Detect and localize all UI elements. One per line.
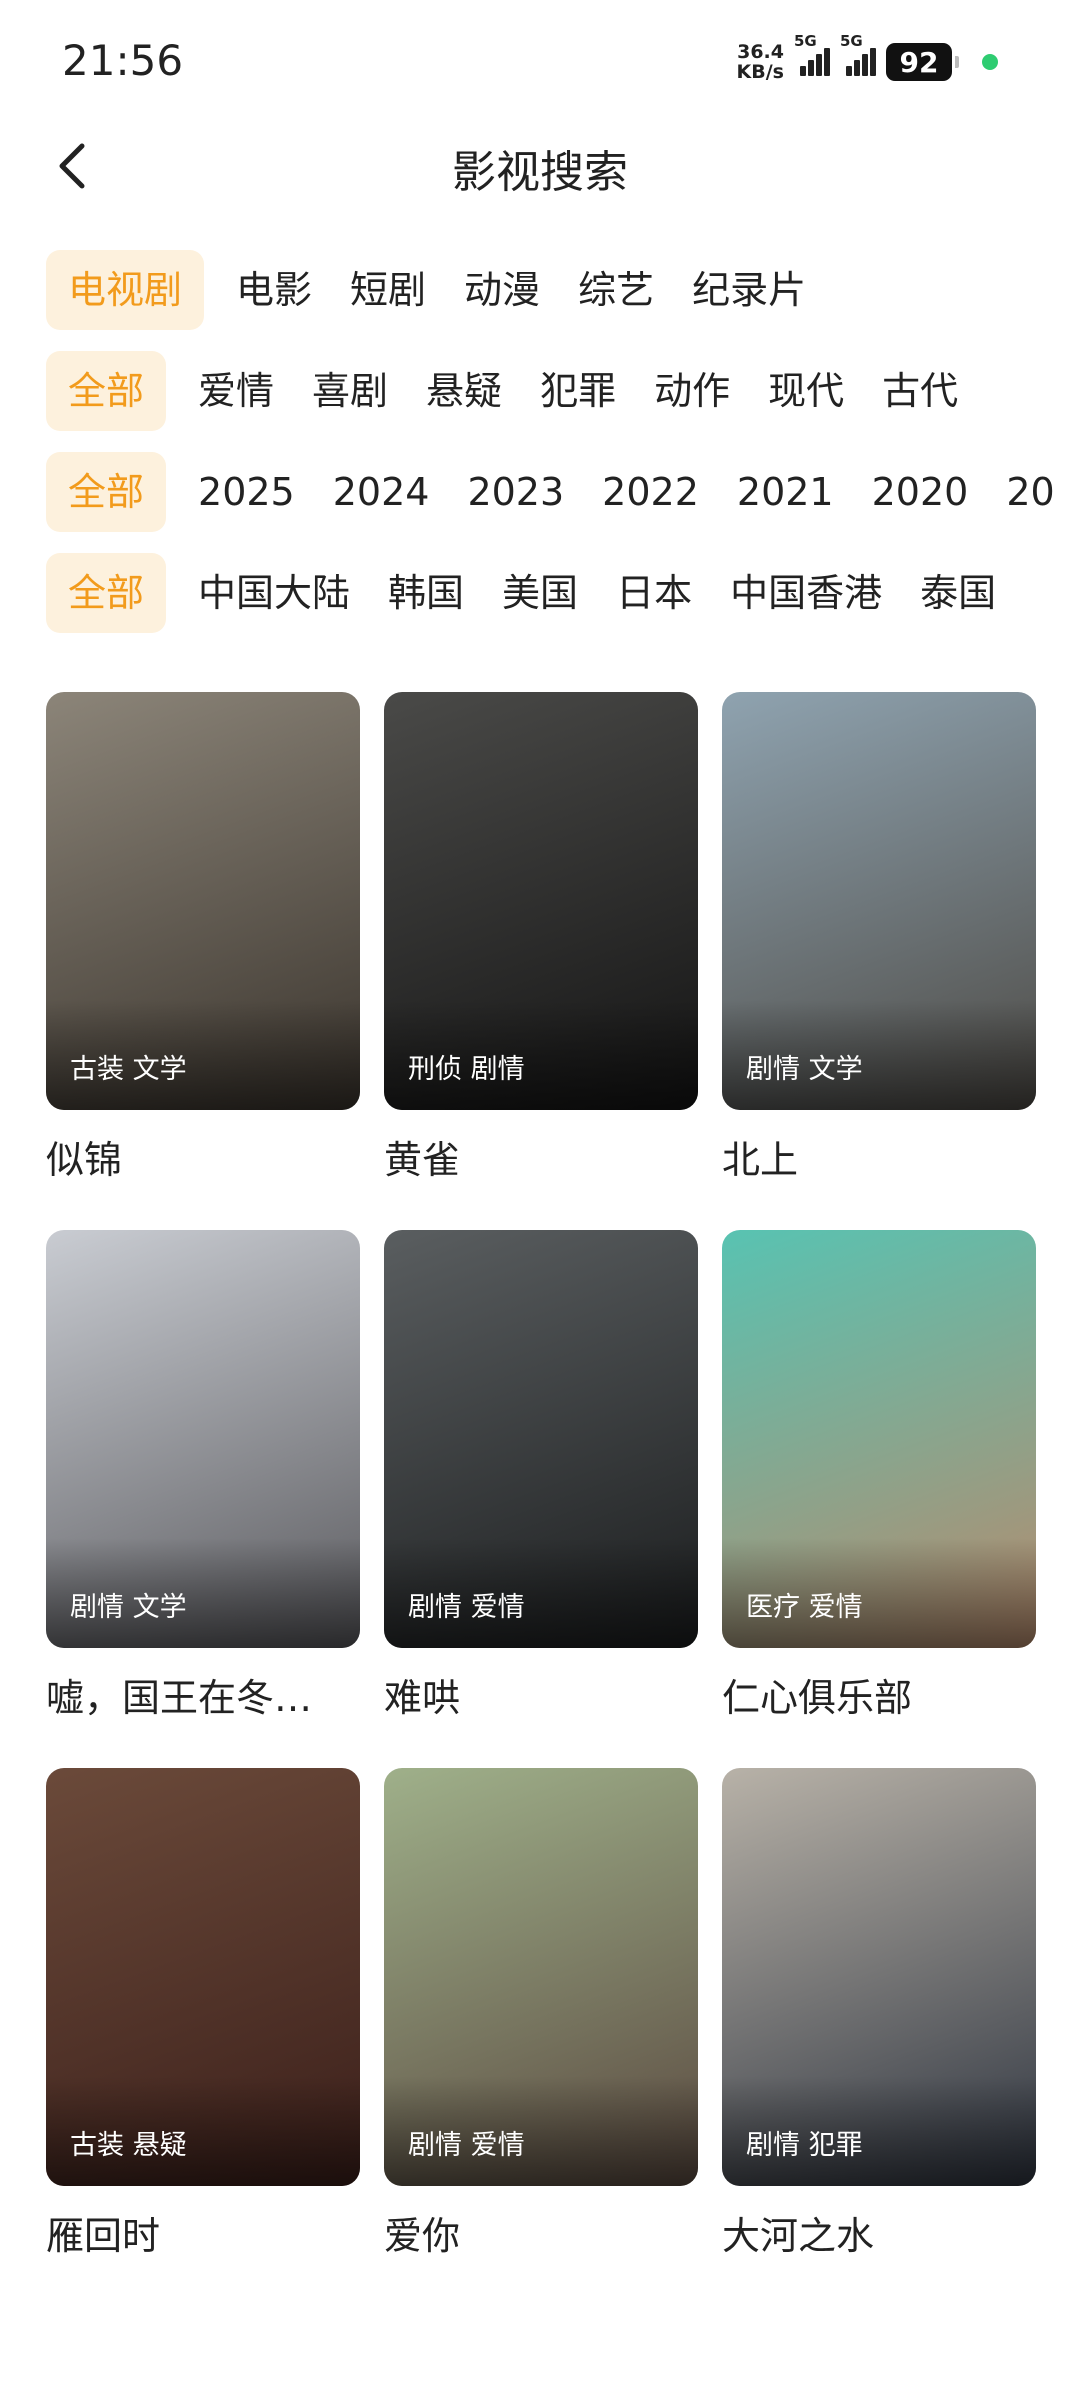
region-chip[interactable]: 韩国 [382, 553, 470, 633]
year-chip[interactable]: 全部 [46, 452, 167, 532]
sim2-network-label: 5G [840, 32, 863, 50]
show-card[interactable]: 医疗 爱情仁心俱乐部 [722, 1230, 1036, 1722]
show-tags: 剧情 爱情 [408, 2130, 525, 2161]
show-title[interactable]: 北上 [722, 1136, 1036, 1184]
region-chip[interactable]: 中国大陆 [192, 553, 356, 633]
show-card[interactable]: 剧情 爱情难哄 [384, 1230, 698, 1722]
year-chip[interactable]: 2023 [461, 452, 570, 532]
battery-level: 92 [899, 45, 939, 79]
show-tags: 剧情 文学 [746, 1054, 863, 1085]
show-title[interactable]: 仁心俱乐部 [722, 1674, 1036, 1722]
battery-icon: 92 [886, 43, 959, 81]
privacy-indicator-dot [982, 54, 998, 70]
region-chip[interactable]: 全部 [46, 553, 167, 633]
show-tags: 剧情 文学 [70, 1592, 187, 1623]
show-card[interactable]: 古装 悬疑雁回时 [46, 1768, 360, 2260]
year-chip[interactable]: 2024 [327, 452, 436, 532]
show-tags: 剧情 爱情 [408, 1592, 525, 1623]
category-chip[interactable]: 电视剧 [46, 250, 205, 330]
show-card[interactable]: 古装 文学似锦 [46, 692, 360, 1184]
show-title[interactable]: 爱你 [384, 2212, 698, 2260]
genre-chip[interactable]: 古代 [876, 351, 964, 431]
year-filter-row: 全部 2025 2024 2023 2022 2021 2020 20 [46, 452, 1080, 532]
network-speed-value: 36.4 [737, 41, 784, 63]
show-tags: 医疗 爱情 [746, 1592, 863, 1623]
show-title[interactable]: 难哄 [384, 1674, 698, 1722]
genre-filter-row: 全部 爱情 喜剧 悬疑 犯罪 动作 现代 古代 [46, 351, 1080, 431]
region-filter-row: 全部 中国大陆 韩国 美国 日本 中国香港 泰国 [46, 553, 1080, 633]
region-chip[interactable]: 泰国 [914, 553, 1002, 633]
show-title[interactable]: 黄雀 [384, 1136, 698, 1184]
year-chip[interactable]: 2022 [596, 452, 705, 532]
page-title: 影视搜索 [452, 147, 628, 198]
sim1-network-label: 5G [794, 32, 817, 50]
show-title[interactable]: 似锦 [46, 1136, 360, 1184]
show-poster[interactable]: 古装 文学 [46, 692, 360, 1110]
genre-chip[interactable]: 悬疑 [420, 351, 508, 431]
show-title[interactable]: 雁回时 [46, 2212, 360, 2260]
year-chip[interactable]: 2025 [192, 452, 301, 532]
show-card[interactable]: 刑侦 剧情黄雀 [384, 692, 698, 1184]
show-poster[interactable]: 刑侦 剧情 [384, 692, 698, 1110]
results-grid: 古装 文学 似锦 刑侦 剧情 黄雀 剧情 文学 北上 剧情 文学 嘘，国王在冬… 剧情 爱情 难哄… [46, 692, 1036, 2260]
show-tags: 古装 文学 [70, 1054, 187, 1085]
status-time: 21:56 [62, 36, 184, 85]
year-chip[interactable]: 20 [1000, 452, 1060, 532]
year-chip[interactable]: 2021 [731, 452, 840, 532]
year-chip[interactable]: 2020 [866, 452, 975, 532]
show-title[interactable]: 大河之水 [722, 2212, 1036, 2260]
genre-chip[interactable]: 喜剧 [306, 351, 394, 431]
show-tags: 剧情 犯罪 [746, 2130, 863, 2161]
show-poster[interactable]: 剧情 爱情 [384, 1768, 698, 2186]
header: 影视搜索 [0, 120, 1080, 212]
network-speed-unit: KB/s [736, 61, 784, 83]
category-chip[interactable]: 纪录片 [686, 250, 812, 330]
signal-icon-sim2: 5G [840, 32, 876, 76]
show-title[interactable]: 嘘，国王在冬… [46, 1674, 360, 1722]
show-poster[interactable]: 古装 悬疑 [46, 1768, 360, 2186]
region-chip[interactable]: 美国 [496, 553, 584, 633]
category-filter-row: 电视剧 电影 短剧 动漫 综艺 纪录片 [46, 250, 1080, 330]
genre-chip[interactable]: 现代 [762, 351, 850, 431]
genre-chip[interactable]: 动作 [648, 351, 736, 431]
show-poster[interactable]: 医疗 爱情 [722, 1230, 1036, 1648]
status-bar: 21:56 36.4 KB/s 5G 5G 92 [0, 0, 1080, 120]
show-poster[interactable]: 剧情 文学 [722, 692, 1036, 1110]
show-card[interactable]: 剧情 文学嘘，国王在冬… [46, 1230, 360, 1722]
show-card[interactable]: 剧情 爱情爱你 [384, 1768, 698, 2260]
status-indicators: 36.4 KB/s 5G 5G 92 [737, 32, 998, 86]
region-chip[interactable]: 中国香港 [724, 553, 888, 633]
category-chip[interactable]: 电影 [230, 250, 318, 330]
genre-chip[interactable]: 犯罪 [534, 351, 622, 431]
genre-chip[interactable]: 全部 [46, 351, 167, 431]
show-poster[interactable]: 剧情 犯罪 [722, 1768, 1036, 2186]
network-speed: 36.4 KB/s [737, 42, 784, 82]
show-poster[interactable]: 剧情 文学 [46, 1230, 360, 1648]
signal-icon-sim1: 5G [794, 32, 830, 76]
show-card[interactable]: 剧情 文学北上 [722, 692, 1036, 1184]
category-chip[interactable]: 动漫 [458, 250, 546, 330]
category-chip[interactable]: 短剧 [344, 250, 432, 330]
genre-chip[interactable]: 爱情 [192, 351, 280, 431]
show-poster[interactable]: 剧情 爱情 [384, 1230, 698, 1648]
region-chip[interactable]: 日本 [610, 553, 698, 633]
show-tags: 古装 悬疑 [70, 2130, 187, 2161]
show-card[interactable]: 剧情 犯罪大河之水 [722, 1768, 1036, 2260]
category-chip[interactable]: 综艺 [572, 250, 660, 330]
show-tags: 刑侦 剧情 [408, 1054, 525, 1085]
